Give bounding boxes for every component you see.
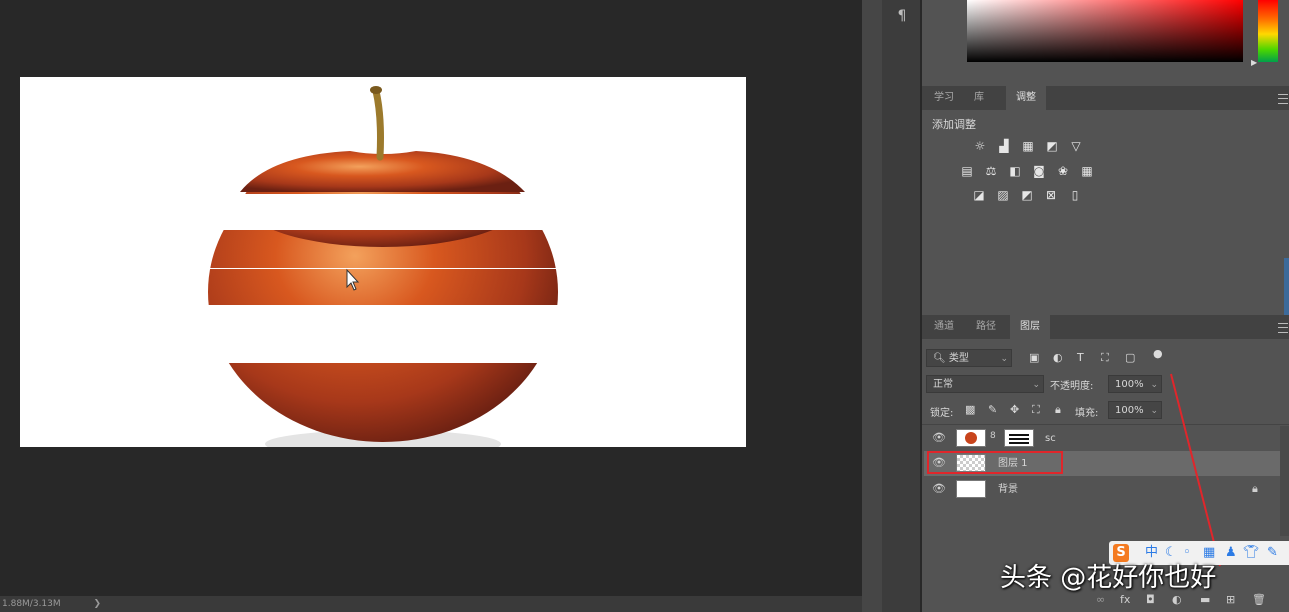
red-annotation-line — [1170, 373, 1221, 567]
blend-mode-select[interactable]: 正常 ⌄ — [926, 375, 1044, 393]
gradient-map-icon[interactable]: ▯ — [1067, 188, 1083, 202]
hue-slider-marker[interactable]: ▶ — [1251, 58, 1257, 67]
status-bar: 1.88M/3.13M ❯ — [0, 596, 862, 612]
add-mask-icon[interactable]: ◘ — [1146, 593, 1155, 606]
layer-filter-label: 类型 — [948, 353, 969, 364]
smart-object-filter-icon[interactable]: ▢ — [1125, 351, 1135, 364]
document-canvas[interactable] — [20, 77, 746, 447]
lock-icon: 🔒︎ — [1252, 482, 1258, 495]
panel-dock-strip — [882, 0, 920, 612]
new-layer-icon[interactable]: ⊞ — [1226, 593, 1235, 606]
paragraph-icon[interactable]: ¶ — [893, 8, 911, 26]
new-adjustment-icon[interactable]: ◐ — [1172, 593, 1182, 606]
chevron-down-icon: ⌄ — [1000, 354, 1008, 364]
adjust-tabbar: 学习 库 调整 — [922, 86, 1289, 110]
layer-name[interactable]: sc — [1045, 426, 1056, 451]
filter-toggle-icon[interactable]: ● — [1153, 347, 1163, 360]
divider — [922, 424, 1289, 425]
tab-library[interactable]: 库 — [964, 86, 994, 110]
link-layers-icon[interactable]: ∞ — [1096, 593, 1105, 606]
tab-channels[interactable]: 通道 — [926, 315, 962, 339]
lock-artboard-icon[interactable]: ⛶ — [1032, 403, 1040, 417]
adjustment-filter-icon[interactable]: ◐ — [1053, 351, 1063, 364]
user-icon[interactable]: ♟ — [1225, 544, 1237, 562]
selective-color-icon[interactable]: ⊠ — [1043, 188, 1059, 202]
apple-thumb-icon — [965, 432, 977, 444]
opacity-input[interactable]: 100% ⌄ — [1108, 375, 1162, 393]
exposure-icon[interactable]: ◩ — [1044, 139, 1060, 153]
chevron-down-icon: ⌄ — [1150, 406, 1158, 416]
color-field[interactable] — [967, 0, 1243, 62]
panel-separator — [862, 0, 882, 612]
highlight-box — [927, 451, 1063, 474]
layer-name[interactable]: 背景 — [998, 477, 1018, 502]
chevron-down-icon: ⌄ — [1032, 380, 1040, 390]
lock-position-icon[interactable]: ✥ — [1010, 403, 1019, 416]
color-lookup-icon[interactable]: ▦ — [1079, 164, 1095, 178]
tab-learn[interactable]: 学习 — [926, 86, 962, 110]
doc-size: 1.88M/3.13M — [2, 599, 61, 609]
opacity-label: 不透明度: — [1050, 381, 1094, 392]
photo-filter-icon[interactable]: ◙ — [1031, 164, 1047, 178]
lock-paint-icon[interactable]: ✎ — [988, 403, 997, 416]
curves-icon[interactable]: ▦ — [1020, 139, 1036, 153]
tab-paths[interactable]: 路径 — [968, 315, 1004, 339]
stripes-mask-icon — [1009, 434, 1029, 444]
watermark: 头条 @花好你也好 — [1000, 563, 1217, 593]
posterize-icon[interactable]: ▨ — [995, 188, 1011, 202]
link-icon[interactable]: 8 — [990, 431, 996, 441]
levels-icon[interactable]: ▟ — [996, 139, 1012, 153]
hue-slider[interactable] — [1258, 0, 1278, 62]
brightness-contrast-icon[interactable]: ☼ — [972, 139, 988, 153]
eye-icon[interactable]: 👁︎ — [932, 432, 946, 444]
black-white-icon[interactable]: ◧ — [1007, 164, 1023, 178]
panel-menu-icon[interactable] — [1278, 94, 1288, 104]
shape-filter-icon[interactable]: ⛶ — [1101, 351, 1109, 365]
fx-icon[interactable]: fx — [1120, 593, 1130, 606]
layers-scrollbar[interactable] — [1280, 426, 1289, 536]
invert-icon[interactable]: ◪ — [971, 188, 987, 202]
panel-scrollbar[interactable] — [1284, 258, 1289, 318]
lock-label: 锁定: — [930, 408, 954, 419]
layer-row-sc[interactable]: 👁︎ 8 sc — [924, 426, 1280, 451]
layer-thumbnail — [956, 480, 986, 498]
new-group-icon[interactable]: ▬ — [1200, 593, 1210, 606]
mask-thumbnail[interactable] — [1004, 429, 1034, 447]
chevron-down-icon: ⌄ — [1150, 380, 1158, 390]
fill-label: 填充: — [1075, 408, 1099, 419]
layers-menu-icon[interactable] — [1278, 323, 1288, 333]
color-balance-icon[interactable]: ⚖ — [983, 164, 999, 178]
status-menu-arrow[interactable]: ❯ — [94, 599, 102, 609]
apple-image — [20, 77, 746, 447]
layer-row-background[interactable]: 👁︎ 背景 🔒︎ — [924, 477, 1280, 502]
lock-all-icon[interactable]: 🔒︎ — [1055, 403, 1061, 417]
blend-mode-value: 正常 — [933, 379, 953, 390]
hue-saturation-icon[interactable]: ▤ — [959, 164, 975, 178]
trash-icon[interactable]: 🗑︎ — [1252, 593, 1266, 606]
skin-icon[interactable]: 👕︎ — [1243, 544, 1260, 562]
add-adjustment-title: 添加调整 — [932, 118, 976, 131]
threshold-icon[interactable]: ◩ — [1019, 188, 1035, 202]
tools-icon[interactable]: ✎ — [1267, 544, 1278, 562]
layer-filter-select[interactable]: 🔍︎ 类型 ⌄ — [926, 349, 1012, 367]
tab-adjustments[interactable]: 调整 — [1006, 86, 1046, 110]
vibrance-icon[interactable]: ▽ — [1068, 139, 1084, 153]
type-filter-icon[interactable]: T — [1077, 351, 1084, 364]
opacity-value: 100% — [1115, 379, 1144, 390]
search-icon: 🔍︎ — [933, 353, 946, 364]
pixel-filter-icon[interactable]: ▣ — [1029, 351, 1039, 364]
layers-tabbar: 通道 路径 图层 — [922, 315, 1289, 339]
eye-icon[interactable]: 👁︎ — [932, 483, 946, 495]
tab-layers[interactable]: 图层 — [1010, 315, 1050, 339]
lock-transparency-icon[interactable]: ▩ — [965, 403, 975, 416]
fill-value: 100% — [1115, 405, 1144, 416]
fill-input[interactable]: 100% ⌄ — [1108, 401, 1162, 419]
channel-mixer-icon[interactable]: ❀ — [1055, 164, 1071, 178]
layer-thumbnail — [956, 429, 986, 447]
